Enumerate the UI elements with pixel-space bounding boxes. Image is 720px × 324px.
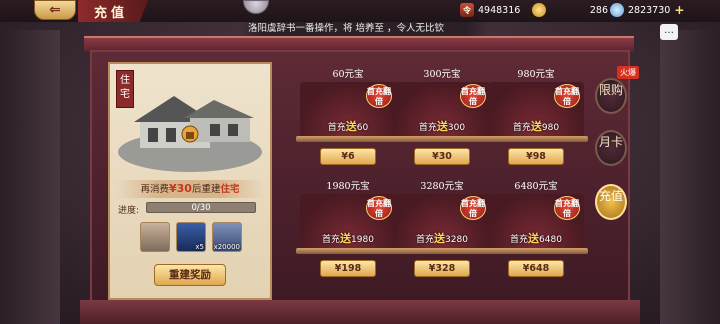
first-charge-bonus: 首充送980	[512, 120, 560, 133]
first-charge-bonus: 首充送1980	[322, 232, 374, 245]
package-card[interactable]: 300元宝 首充翻倍 首充送300 ¥30	[390, 68, 494, 168]
first-charge-badge: 首充翻倍	[554, 84, 580, 108]
package-card[interactable]: 3280元宝 首充翻倍 首充送3280 ¥328	[390, 180, 494, 280]
token-value: 4948316	[478, 4, 521, 16]
reward-silver-icon[interactable]: x20000	[212, 222, 242, 252]
package-name: 1980元宝	[326, 181, 370, 192]
shelf	[484, 136, 588, 142]
first-charge-badge: 首充翻倍	[366, 196, 392, 220]
first-charge-badge: 首充翻倍	[460, 196, 486, 220]
package-card[interactable]: 1980元宝 首充翻倍 首充送1980 ¥198	[296, 180, 400, 280]
back-button[interactable]: ⇐	[34, 0, 76, 20]
progress-bar: 0/30	[146, 202, 256, 213]
shelf	[484, 248, 588, 254]
price-button[interactable]: ¥30	[414, 148, 470, 165]
house-tag: 住宅	[116, 70, 134, 108]
page-title: 充值	[78, 0, 148, 22]
first-charge-bonus: 首充送6480	[510, 232, 562, 245]
first-charge-bonus: 首充送3280	[416, 232, 468, 245]
shelf	[296, 248, 400, 254]
reward-blade-icon[interactable]: x5	[176, 222, 206, 252]
gold-ingot-icon	[532, 3, 546, 17]
first-charge-badge: 首充翻倍	[460, 84, 486, 108]
silver-value: 2823730	[628, 4, 671, 16]
reward-count: x5	[195, 243, 204, 251]
package-card[interactable]: 60元宝 首充翻倍 首充送60 ¥6	[296, 68, 400, 168]
silver-coin-icon	[610, 3, 624, 17]
package-name: 300元宝	[423, 69, 461, 80]
progress-text: 0/30	[191, 203, 211, 213]
gold-resource: 286 +	[532, 2, 622, 18]
package-card[interactable]: 6480元宝 首充翻倍 首充送6480 ¥648	[484, 180, 588, 280]
shelf	[390, 136, 494, 142]
silver-resource: 2823730 +	[610, 2, 684, 18]
rebuild-cost-label: 再消费¥30后重建住宅	[116, 180, 264, 198]
left-pillar	[0, 30, 60, 324]
rebuild-reward-button[interactable]: 重建奖励	[154, 264, 226, 286]
first-charge-bonus: 首充送300	[418, 120, 466, 133]
token-icon: 令	[460, 3, 474, 17]
tab-monthly-card[interactable]: 月卡	[595, 130, 627, 166]
shelf	[296, 136, 400, 142]
package-name: 980元宝	[517, 69, 555, 80]
first-charge-badge: 首充翻倍	[366, 84, 392, 108]
token-resource: 令 4948316	[460, 2, 520, 18]
price-button[interactable]: ¥648	[508, 260, 564, 277]
back-arrow-icon: ⇐	[49, 2, 61, 18]
price-button[interactable]: ¥328	[414, 260, 470, 277]
cost-prefix: 再消费	[140, 184, 169, 195]
price-button[interactable]: ¥198	[320, 260, 376, 277]
package-card[interactable]: 980元宝 首充翻倍 首充送980 ¥98	[484, 68, 588, 168]
first-charge-badge: 首充翻倍	[554, 196, 580, 220]
package-name: 3280元宝	[420, 181, 464, 192]
pavilion-floor	[80, 300, 640, 324]
cost-target: 住宅	[220, 184, 240, 195]
announcement-marquee: 洛阳虞辞书一番操作，将 培养至 ，令人无比钦	[240, 22, 490, 36]
right-pillar	[660, 30, 720, 324]
hot-badge: 火爆	[617, 66, 639, 79]
shelf	[390, 248, 494, 254]
price-button[interactable]: ¥6	[320, 148, 376, 165]
tab-recharge[interactable]: 充值	[595, 184, 627, 220]
cost-amount: ¥30	[169, 182, 192, 195]
gold-value: 286	[589, 4, 608, 16]
package-name: 6480元宝	[514, 181, 558, 192]
chat-icon[interactable]: …	[660, 24, 678, 40]
reward-scroll-icon[interactable]	[140, 222, 170, 252]
add-silver-button[interactable]: +	[674, 3, 684, 17]
progress-label: 进度:	[118, 206, 140, 216]
house-image	[118, 96, 262, 172]
cost-mid: 后重建	[191, 184, 221, 195]
tab-limited-purchase[interactable]: 限购	[595, 78, 627, 114]
first-charge-bonus: 首充送60	[327, 120, 369, 133]
price-button[interactable]: ¥98	[508, 148, 564, 165]
package-name: 60元宝	[332, 69, 364, 80]
reward-count: x20000	[213, 243, 240, 251]
